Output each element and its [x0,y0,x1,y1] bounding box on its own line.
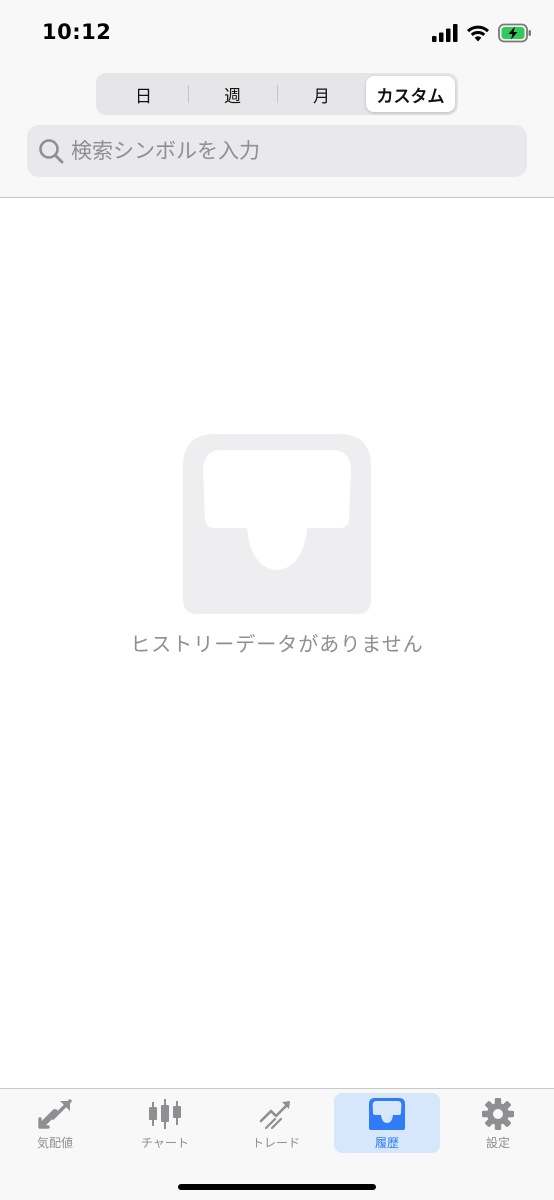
segment-custom[interactable]: カスタム [366,76,455,112]
tab-quotes[interactable]: 気配値 [2,1093,108,1153]
tab-label: 気配値 [36,1136,73,1150]
search-input[interactable] [71,139,511,163]
candlestick-icon [149,1099,181,1129]
tab-trade[interactable]: トレード [223,1093,329,1153]
segment-week[interactable]: 週 [188,76,277,112]
header-area: 10:12 日 週 月 カスタム [0,0,554,198]
search-icon [39,139,64,164]
wifi-icon [467,25,489,42]
segment-day[interactable]: 日 [99,76,188,112]
empty-state-message: ヒストリーデータがありません [130,632,424,656]
tab-bar: 気配値 チャート トレード 履歴 設定 [0,1088,554,1200]
period-segmented-control: 日 週 月 カスタム [96,73,458,115]
tab-label: 設定 [485,1136,510,1150]
status-icons [432,22,532,44]
empty-state: ヒストリーデータがありません [0,434,554,657]
tab-label: チャート [141,1136,189,1150]
inbox-icon [183,434,371,614]
status-time: 10:12 [42,20,112,44]
tab-history[interactable]: 履歴 [334,1093,440,1153]
tab-settings[interactable]: 設定 [445,1093,551,1153]
segment-month[interactable]: 月 [277,76,366,112]
home-indicator [178,1184,376,1190]
inbox-icon [369,1098,405,1130]
search-bar[interactable] [27,125,527,177]
quote-arrows-icon [38,1099,72,1129]
tab-label: 履歴 [374,1136,399,1150]
trade-trend-icon [259,1101,290,1130]
battery-charging-icon [498,23,531,43]
tab-chart[interactable]: チャート [112,1093,218,1153]
status-bar: 10:12 [0,0,554,66]
tab-label: トレード [251,1136,300,1150]
cellular-signal-icon [432,24,458,42]
gear-icon [482,1098,514,1130]
